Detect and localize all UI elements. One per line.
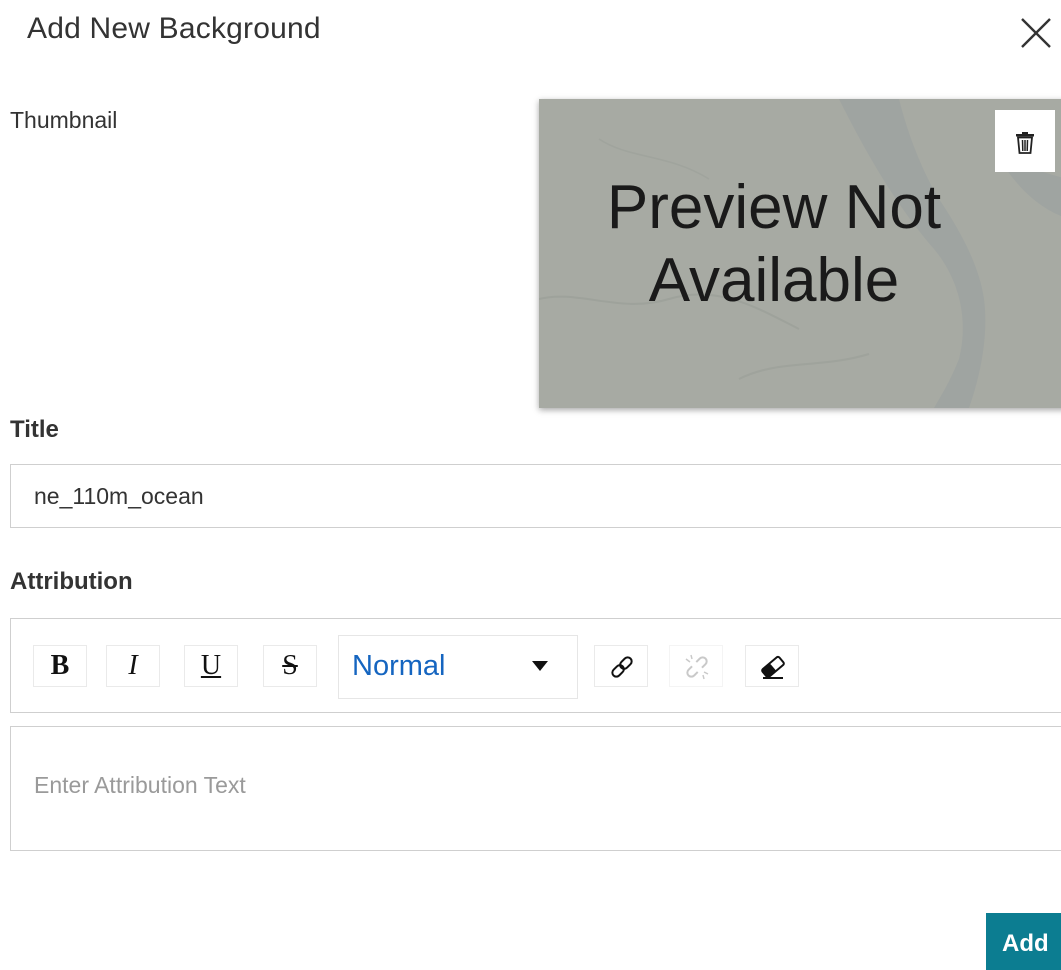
dialog-title: Add New Background: [27, 12, 321, 45]
clear-formatting-button[interactable]: [745, 645, 799, 687]
delete-thumbnail-button[interactable]: [995, 110, 1055, 172]
add-button[interactable]: Add: [986, 913, 1061, 970]
preview-line-1: Preview Not: [606, 173, 942, 242]
attribution-toolbar: B I U S Normal: [10, 618, 1061, 713]
strikethrough-button[interactable]: S: [263, 645, 317, 687]
trash-icon: [1016, 132, 1034, 154]
remove-link-button[interactable]: [669, 645, 723, 687]
thumbnail-label: Thumbnail: [10, 107, 118, 133]
unlink-icon: [685, 654, 709, 680]
italic-button[interactable]: I: [106, 645, 160, 687]
underline-button[interactable]: U: [184, 645, 238, 687]
bold-button[interactable]: B: [33, 645, 87, 687]
eraser-icon: [761, 655, 785, 679]
attribution-label: Attribution: [10, 568, 133, 595]
preview-line-2: Available: [648, 246, 900, 316]
title-input[interactable]: [10, 464, 1061, 528]
heading-select-value: Normal: [352, 650, 446, 682]
link-icon: [611, 656, 633, 678]
thumbnail-preview: Preview Not Available: [539, 99, 1061, 408]
preview-not-available-text: Preview Not Available: [539, 171, 1009, 317]
close-icon: [1021, 18, 1051, 48]
insert-link-button[interactable]: [594, 645, 648, 687]
close-button[interactable]: [1016, 13, 1056, 53]
caret-down-icon: [532, 661, 548, 671]
add-background-dialog: Add New Background Thumbnail Preview Not…: [0, 0, 1061, 970]
heading-select[interactable]: Normal: [338, 635, 578, 699]
title-label: Title: [10, 416, 59, 443]
attribution-editor[interactable]: Enter Attribution Text: [10, 726, 1061, 851]
attribution-placeholder: Enter Attribution Text: [34, 772, 246, 798]
